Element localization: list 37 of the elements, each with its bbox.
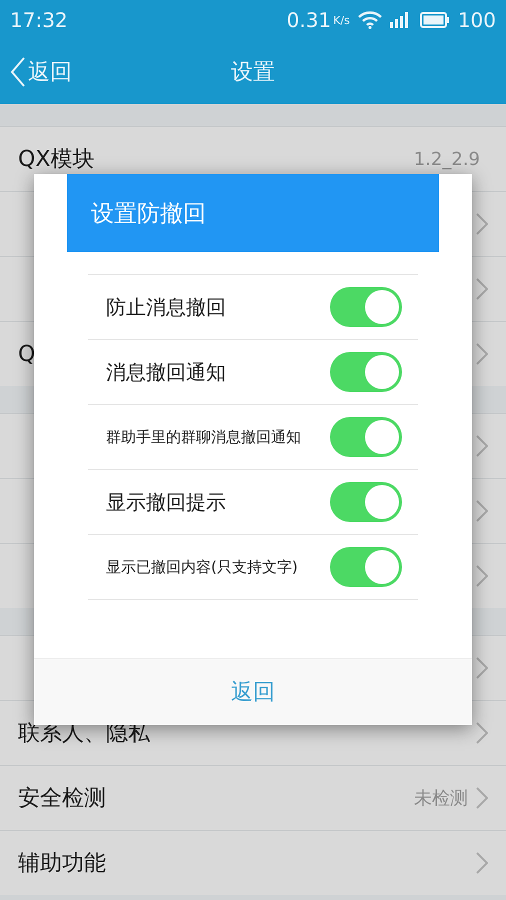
row-value: 1.2_2.9	[414, 148, 480, 170]
page-title: 设置	[231, 59, 275, 87]
option-label: 消息撤回通知	[106, 358, 227, 386]
chevron-right-icon	[476, 435, 488, 457]
toggle-switch[interactable]	[330, 482, 402, 522]
chevron-right-icon	[476, 852, 488, 874]
speed-unit: K/s	[333, 14, 350, 26]
toggle-switch[interactable]	[330, 417, 402, 457]
option-label: 群助手里的群聊消息撤回通知	[106, 428, 302, 446]
toggle-switch[interactable]	[330, 352, 402, 392]
back-icon	[10, 57, 26, 87]
chevron-right-icon	[476, 787, 488, 809]
chevron-right-icon	[476, 213, 488, 235]
row-value: 未检测	[414, 787, 468, 810]
settings-row[interactable]: 辅助功能	[0, 830, 506, 895]
chevron-right-icon	[476, 565, 488, 587]
option-label: 显示已撤回内容(只支持文字)	[106, 558, 299, 576]
clock-time: 17:32	[10, 8, 68, 32]
wifi-icon	[358, 11, 382, 29]
option-label: 防止消息撤回	[106, 294, 227, 320]
row-label: QX模块	[18, 146, 96, 174]
row-label: 安全检测	[18, 785, 107, 813]
row-label: 辅助功能	[18, 850, 107, 878]
toggle-switch[interactable]	[330, 287, 402, 327]
chevron-right-icon	[476, 500, 488, 522]
settings-row[interactable]: 安全检测 未检测	[0, 765, 506, 830]
network-speed: 0.31	[286, 8, 332, 32]
option-label: 显示撤回提示	[106, 488, 227, 516]
dialog-title: 设置防撤回	[67, 174, 439, 252]
chevron-right-icon	[476, 343, 488, 365]
toggle-switch[interactable]	[330, 547, 402, 587]
battery-level: 100	[458, 8, 496, 32]
row-label: Q	[18, 342, 36, 366]
chevron-right-icon	[476, 278, 488, 300]
battery-icon	[420, 12, 450, 28]
chevron-right-icon	[476, 657, 488, 679]
chevron-right-icon	[476, 722, 488, 744]
